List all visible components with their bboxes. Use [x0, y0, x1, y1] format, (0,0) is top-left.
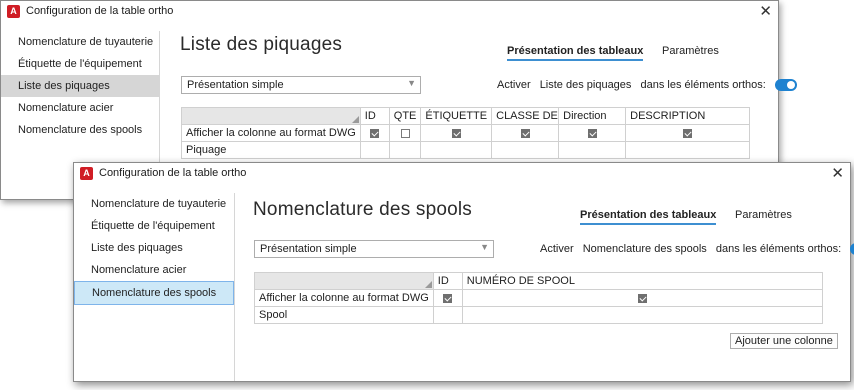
activer-label: Activer — [540, 243, 574, 255]
add-column-button[interactable]: Ajouter une colonne — [730, 333, 838, 349]
page-title: Liste des piquages — [180, 34, 343, 55]
table-corner — [254, 272, 434, 290]
table-cell[interactable] — [558, 141, 627, 159]
chevron-down-icon: ▼ — [407, 78, 416, 88]
checkbox-cell — [388, 124, 422, 142]
tab-parametres[interactable]: Paramètres — [662, 45, 719, 57]
activer-toggle[interactable] — [774, 79, 797, 92]
checkbox[interactable] — [587, 128, 597, 138]
close-icon[interactable]: ✕ — [831, 164, 844, 182]
checkbox[interactable] — [520, 128, 530, 138]
sidebar-item-nomenclature-spools[interactable]: Nomenclature des spools — [1, 119, 159, 141]
tab-underline — [580, 223, 717, 225]
window-title: Configuration de la table ortho — [26, 5, 174, 17]
close-icon[interactable]: ✕ — [759, 2, 772, 20]
sidebar-item-liste-piquages[interactable]: Liste des piquages — [74, 237, 234, 259]
sidebar-item-etiquette-equipement[interactable]: Étiquette de l'équipement — [74, 215, 234, 237]
dropdown-value: Présentation simple — [260, 243, 357, 255]
checkbox-cell — [461, 289, 824, 307]
tab-label: Présentation des tableaux — [580, 209, 717, 221]
column-header[interactable]: DESCRIPTION — [625, 107, 750, 125]
table-cell[interactable] — [491, 141, 560, 159]
columns-table: ID QTE ÉTIQUETTE CLASSE DE PI Direction … — [181, 107, 750, 159]
sidebar-item-nomenclature-spools[interactable]: Nomenclature des spools — [74, 281, 234, 305]
sidebar-item-etiquette-equipement[interactable]: Étiquette de l'équipement — [1, 53, 159, 75]
sidebar-item-nomenclature-acier[interactable]: Nomenclature acier — [1, 97, 159, 119]
window-title: Configuration de la table ortho — [99, 167, 247, 179]
presentation-dropdown[interactable]: Présentation simple ▼ — [254, 240, 494, 258]
activer-table-name: Nomenclature des spools — [582, 243, 707, 255]
title-bar: A Configuration de la table ortho ✕ — [1, 1, 778, 23]
checkbox[interactable] — [637, 293, 647, 303]
checkbox-cell — [558, 124, 627, 142]
column-header[interactable]: CLASSE DE PI — [491, 107, 560, 125]
table-header-row: ID QTE ÉTIQUETTE CLASSE DE PI Direction … — [181, 107, 750, 125]
columns-table: ID NUMÉRO DE SPOOL Afficher la colonne a… — [254, 272, 824, 324]
page-title: Nomenclature des spools — [253, 199, 472, 220]
row-label: Piquage — [181, 141, 361, 159]
table-cell[interactable] — [625, 141, 750, 159]
presentation-dropdown[interactable]: Présentation simple ▼ — [181, 76, 421, 94]
activer-label: Activer — [497, 79, 531, 91]
activer-table-name: Liste des piquages — [539, 79, 632, 91]
corner-triangle-icon — [351, 116, 359, 123]
row-label: Afficher la colonne au format DWG — [254, 289, 434, 307]
dropdown-value: Présentation simple — [187, 79, 284, 91]
checkbox[interactable] — [400, 128, 410, 138]
table-corner — [181, 107, 361, 125]
tab-presentation-tableaux[interactable]: Présentation des tableaux — [580, 209, 717, 225]
title-bar: A Configuration de la table ortho ✕ — [74, 163, 850, 185]
checkbox[interactable] — [683, 128, 693, 138]
column-header[interactable]: NUMÉRO DE SPOOL — [461, 272, 824, 290]
checkbox-cell — [625, 124, 750, 142]
table-cell[interactable] — [359, 141, 390, 159]
table-cell[interactable] — [388, 141, 422, 159]
table-row: Spool — [254, 306, 824, 324]
table-cell[interactable] — [432, 306, 463, 324]
table-row: Afficher la colonne au format DWG — [254, 289, 824, 307]
checkbox[interactable] — [443, 293, 453, 303]
column-header[interactable]: ÉTIQUETTE — [420, 107, 493, 125]
row-label: Afficher la colonne au format DWG — [181, 124, 361, 142]
autocad-app-icon: A — [80, 167, 93, 180]
sidebar-item-liste-piquages[interactable]: Liste des piquages — [1, 75, 159, 97]
table-row: Piquage — [181, 141, 750, 159]
column-header[interactable]: Direction — [558, 107, 627, 125]
corner-triangle-icon — [424, 281, 432, 288]
config-window-spools: A Configuration de la table ortho ✕ Nome… — [73, 162, 854, 382]
activer-toggle[interactable] — [850, 243, 854, 256]
toggle-knob — [786, 81, 795, 90]
autocad-app-icon: A — [7, 5, 20, 18]
activer-row: Activer Liste des piquages dans les élém… — [497, 79, 797, 92]
column-header[interactable]: ID — [359, 107, 390, 125]
tab-parametres[interactable]: Paramètres — [735, 209, 792, 221]
checkbox[interactable] — [451, 128, 461, 138]
checkbox-cell — [359, 124, 390, 142]
row-label: Spool — [254, 306, 434, 324]
tab-presentation-tableaux[interactable]: Présentation des tableaux — [507, 45, 644, 61]
activer-suffix: dans les éléments orthos: — [715, 243, 842, 255]
sidebar-item-nomenclature-tuyauterie[interactable]: Nomenclature de tuyauterie — [1, 31, 159, 53]
activer-row: Activer Nomenclature des spools dans les… — [540, 243, 854, 256]
tab-underline — [507, 59, 644, 61]
checkbox-cell — [420, 124, 493, 142]
table-header-row: ID NUMÉRO DE SPOOL — [254, 272, 824, 290]
checkbox[interactable] — [370, 128, 380, 138]
column-header[interactable]: QTE — [388, 107, 422, 125]
sidebar-item-nomenclature-acier[interactable]: Nomenclature acier — [74, 259, 234, 281]
sidebar-item-nomenclature-tuyauterie[interactable]: Nomenclature de tuyauterie — [74, 193, 234, 215]
table-cell[interactable] — [461, 306, 824, 324]
checkbox-cell — [432, 289, 463, 307]
sidebar: Nomenclature de tuyauterie Étiquette de … — [74, 193, 235, 381]
activer-suffix: dans les éléments orthos: — [640, 79, 766, 91]
checkbox-cell — [491, 124, 560, 142]
tab-label: Présentation des tableaux — [507, 45, 644, 57]
column-header[interactable]: ID — [432, 272, 463, 290]
table-cell[interactable] — [420, 141, 493, 159]
chevron-down-icon: ▼ — [480, 242, 489, 252]
table-row: Afficher la colonne au format DWG — [181, 124, 750, 142]
